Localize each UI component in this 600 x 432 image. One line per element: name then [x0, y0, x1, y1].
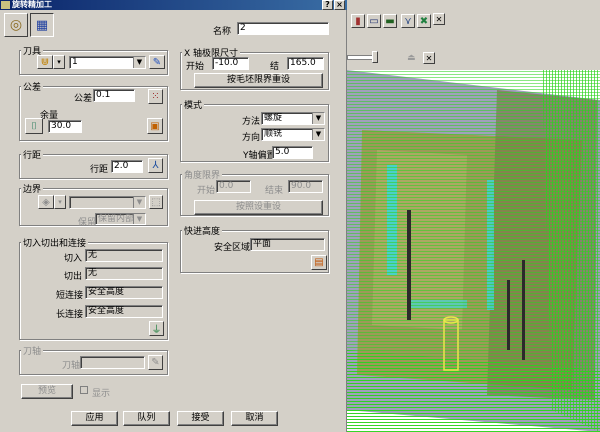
- reset-angle-button[interactable]: 按照设重设: [194, 200, 323, 215]
- app-icon: [1, 1, 10, 9]
- tolerance-group-label: 公差: [21, 80, 44, 93]
- rapid-heights-group-label: 快进高度: [182, 224, 223, 237]
- lead-in-value: 无: [85, 249, 163, 262]
- stepover-icon[interactable]: ⅄: [148, 158, 163, 173]
- lead-out-label: 切出: [64, 272, 83, 282]
- tools-icon[interactable]: ✖: [417, 14, 431, 28]
- dialog-titlebar: 旋转精加工 ? ×: [0, 0, 347, 10]
- x-end-label: 结: [270, 62, 280, 72]
- y-offset-label: Y轴偏置: [243, 151, 276, 161]
- stepover-label: 行距: [90, 165, 109, 175]
- long-link-label: 长连接: [56, 310, 84, 320]
- strategy-grid-icon[interactable]: ▦: [30, 13, 54, 37]
- stepover-input[interactable]: 2.0: [111, 160, 143, 173]
- toolbar-group-1: ▮ ▭ ▬ ⋎ ✖: [351, 14, 441, 30]
- angle-start-label: 开始: [197, 186, 216, 196]
- tool-select[interactable]: 1 ▼: [69, 56, 146, 69]
- chevron-down-icon[interactable]: ▼: [133, 57, 145, 68]
- leads-settings-icon[interactable]: ⏚: [149, 321, 164, 336]
- name-label: 名称: [213, 27, 232, 37]
- long-link-value: 安全高度: [85, 305, 163, 318]
- chevron-down-icon[interactable]: ▼: [312, 129, 324, 140]
- tool-axis-value: [80, 356, 145, 369]
- x-start-label: 开始: [186, 62, 205, 72]
- angle-start-input[interactable]: 0.0: [216, 180, 251, 193]
- tolerance-label: 公差: [74, 94, 93, 104]
- keep-label: 保留: [78, 218, 97, 228]
- chevron-down-icon[interactable]: ▼: [133, 214, 145, 224]
- graphics-viewport[interactable]: [347, 70, 600, 432]
- name-input[interactable]: 2: [237, 22, 329, 35]
- boundary-select[interactable]: ▼: [69, 196, 146, 209]
- tool-type-icon[interactable]: ⋓: [37, 55, 53, 69]
- angle-end-label: 结束: [265, 186, 284, 196]
- thickness-settings-icon[interactable]: ▣: [147, 118, 163, 134]
- tolerance-dice-icon[interactable]: ⁙: [148, 89, 163, 104]
- reset-to-block-button[interactable]: 按毛坯限界重设: [194, 73, 323, 88]
- tool-axis-label: 刀轴: [62, 361, 81, 371]
- short-link-value: 安全高度: [85, 286, 163, 299]
- keep-select[interactable]: 保留内部 ▼: [95, 213, 146, 225]
- leads-links-group-label: 切入切出和连接: [21, 236, 89, 249]
- method-select[interactable]: 螺旋 ▼: [261, 112, 325, 125]
- keep-select-value: 保留内部: [98, 214, 135, 224]
- close-toolbar-icon[interactable]: ✕: [433, 13, 445, 25]
- edit-tool-axis-icon[interactable]: ✎: [148, 355, 163, 370]
- stepover-group-label: 行距: [21, 148, 44, 161]
- show-checkbox[interactable]: [80, 386, 88, 394]
- measure-icon[interactable]: ▬: [383, 14, 397, 28]
- safe-area-label: 安全区域: [214, 243, 251, 253]
- boundary-type-icon[interactable]: ◈: [38, 195, 54, 209]
- ruler-icon[interactable]: ▭: [367, 14, 381, 28]
- method-select-value: 螺旋: [264, 113, 283, 123]
- direction-label: 方向: [242, 133, 261, 143]
- tolerance-input[interactable]: 0.1: [93, 89, 135, 102]
- probe-icon[interactable]: ⋎: [401, 14, 415, 28]
- chevron-down-icon[interactable]: ▼: [133, 197, 145, 208]
- toolpath-3d-view: [347, 70, 600, 432]
- x-end-input[interactable]: 165.0: [287, 57, 324, 70]
- edit-boundary-icon[interactable]: ⬚: [149, 195, 163, 209]
- safe-area-value: 平面: [250, 238, 325, 251]
- lead-out-value: 无: [85, 267, 163, 280]
- method-label: 方法: [242, 117, 261, 127]
- help-button[interactable]: ?: [322, 0, 333, 10]
- apply-button[interactable]: 应用: [71, 411, 118, 426]
- close-button[interactable]: ×: [334, 0, 345, 10]
- preview-button[interactable]: 预览: [21, 384, 73, 399]
- rapid-settings-icon[interactable]: ▤: [311, 255, 327, 270]
- chevron-down-icon[interactable]: ▼: [312, 113, 324, 124]
- direction-select[interactable]: 顺铣 ▼: [261, 128, 325, 141]
- y-offset-input[interactable]: 5.0: [272, 146, 313, 159]
- direction-select-value: 顺铣: [264, 129, 283, 139]
- x-start-input[interactable]: -10.0: [212, 57, 249, 70]
- turn-finish-strategy-icon[interactable]: ◎: [4, 13, 28, 37]
- boundary-type-dropdown[interactable]: ▾: [54, 195, 66, 209]
- lead-in-label: 切入: [64, 254, 83, 264]
- turn-finishing-dialog: 旋转精加工 ? × ◎ ▦ 名称 2 刀具 ⋓ ▾ 1 ▼ ✎ 公差 公差 0.…: [0, 0, 347, 432]
- short-link-label: 短连接: [56, 291, 84, 301]
- tool-type-dropdown[interactable]: ▾: [53, 55, 65, 69]
- edit-tool-icon[interactable]: ✎: [149, 55, 165, 69]
- boundary-group-label: 边界: [21, 182, 44, 195]
- queue-button[interactable]: 队列: [123, 411, 170, 426]
- tool-axis-group-label: 刀轴: [21, 344, 44, 357]
- style-group-label: 模式: [182, 98, 205, 111]
- main-toolbar-area: ▮ ▭ ▬ ⋎ ✖ ✕ ⏏ ✕: [347, 0, 600, 70]
- show-checkbox-label: 显示: [92, 389, 111, 399]
- thickness-icon[interactable]: ⌷: [25, 118, 43, 134]
- close-slider-icon[interactable]: ✕: [423, 52, 435, 64]
- accept-button[interactable]: 接受: [177, 411, 224, 426]
- angle-end-input[interactable]: 90.0: [288, 180, 323, 193]
- tool-select-value: 1: [72, 57, 78, 67]
- cylinder-icon[interactable]: ▮: [351, 14, 365, 28]
- thickness-input[interactable]: 30.0: [48, 120, 82, 133]
- eject-icon[interactable]: ⏏: [407, 53, 416, 63]
- slider-thumb[interactable]: [372, 51, 378, 63]
- dialog-title: 旋转精加工: [12, 0, 52, 9]
- cancel-button[interactable]: 取消: [231, 411, 278, 426]
